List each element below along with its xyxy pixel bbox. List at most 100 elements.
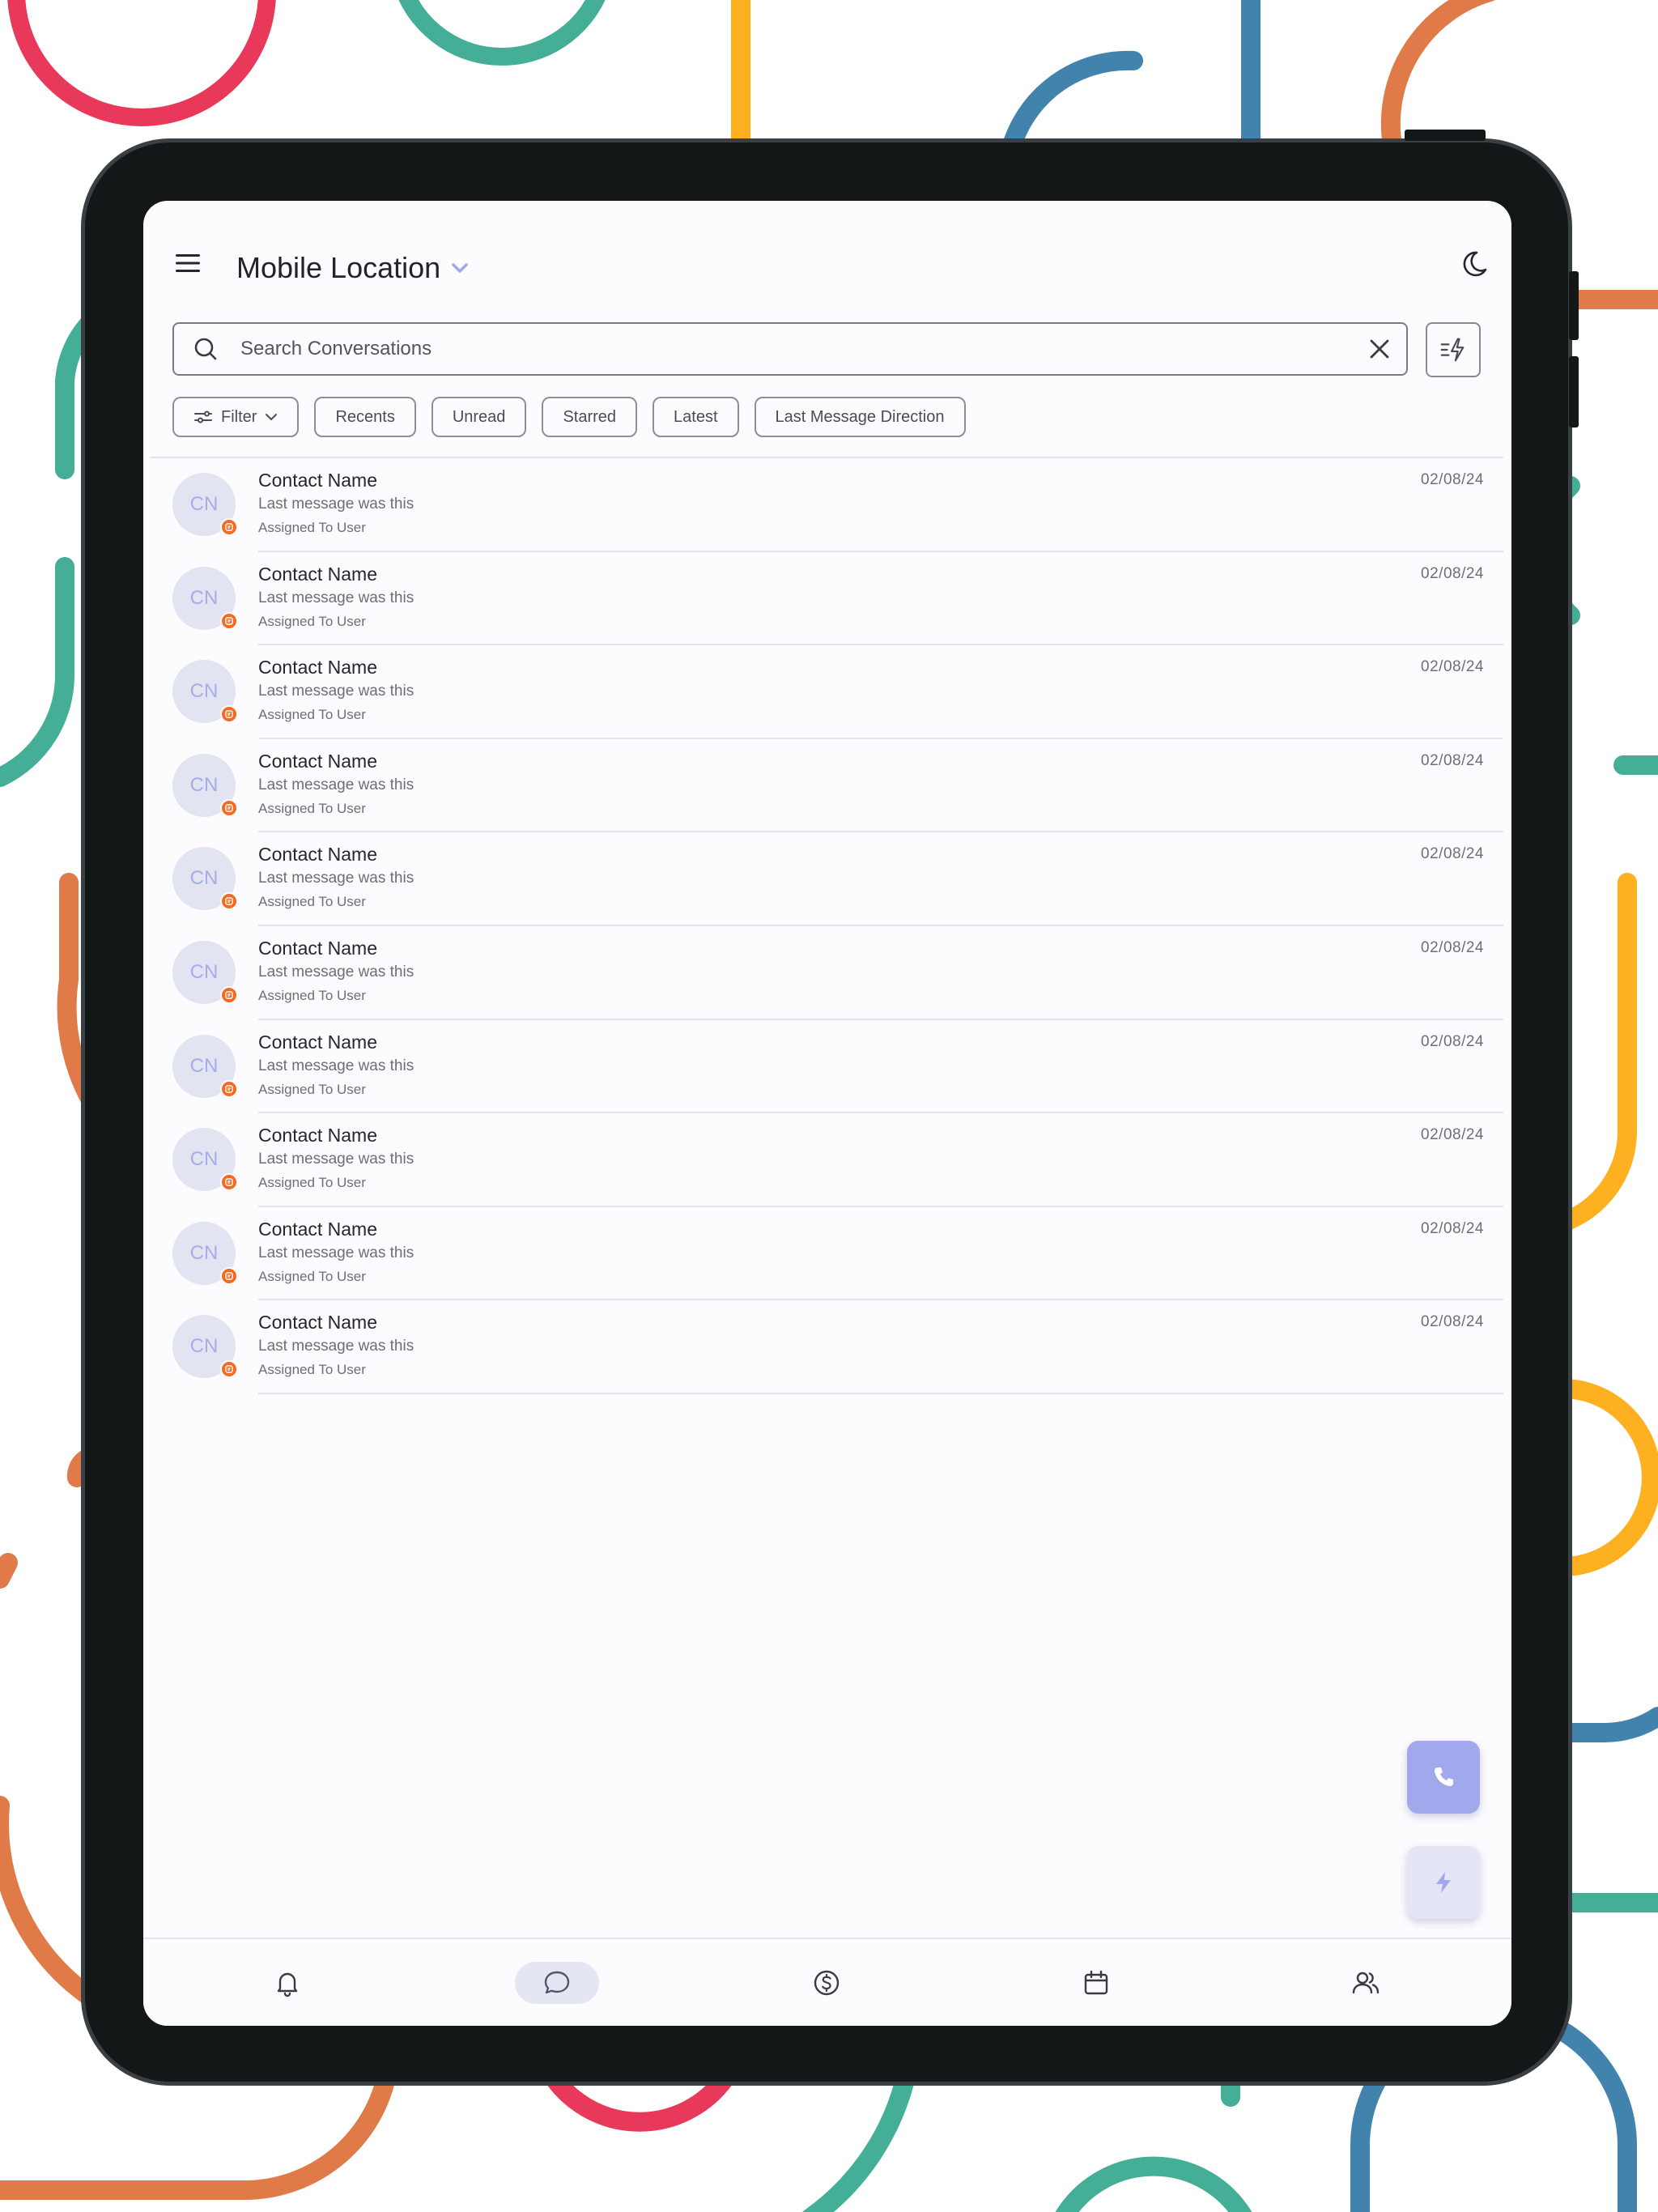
calendar-icon bbox=[1084, 1970, 1108, 1995]
avatar: CN bbox=[172, 940, 238, 1004]
last-message: Last message was this bbox=[258, 1151, 414, 1168]
message-badge-icon bbox=[220, 798, 238, 817]
avatar: CN bbox=[172, 566, 238, 630]
volume-down-button bbox=[1569, 356, 1579, 428]
search-icon bbox=[194, 338, 217, 360]
message-date: 02/08/24 bbox=[1421, 564, 1484, 582]
avatar-initials: CN bbox=[189, 493, 219, 515]
conversation-row[interactable]: CN Contact Name Last message was this As… bbox=[150, 739, 1503, 833]
chip-starred[interactable]: Starred bbox=[542, 397, 638, 437]
chip-label: Starred bbox=[563, 407, 617, 426]
contact-name: Contact Name bbox=[258, 470, 378, 491]
message-badge-icon bbox=[220, 1079, 238, 1098]
conversation-row[interactable]: CN Contact Name Last message was this As… bbox=[150, 832, 1503, 926]
chip-label: Recents bbox=[335, 407, 395, 426]
nav-notifications[interactable] bbox=[245, 1962, 329, 2004]
last-message: Last message was this bbox=[258, 1244, 414, 1261]
assigned-user: Assigned To User bbox=[258, 613, 366, 629]
assigned-user: Assigned To User bbox=[258, 1175, 366, 1191]
chip-unread[interactable]: Unread bbox=[431, 397, 527, 437]
message-date: 02/08/24 bbox=[1421, 658, 1484, 676]
search-input[interactable] bbox=[239, 337, 1367, 361]
last-message: Last message was this bbox=[258, 1057, 414, 1074]
avatar: CN bbox=[172, 473, 238, 536]
conversation-row[interactable]: CN Contact Name Last message was this As… bbox=[150, 926, 1503, 1020]
assigned-user: Assigned To User bbox=[258, 987, 366, 1003]
message-date: 02/08/24 bbox=[1421, 1032, 1484, 1050]
message-badge-icon bbox=[220, 1360, 238, 1379]
chip-last-message-direction[interactable]: Last Message Direction bbox=[754, 397, 966, 437]
assigned-user: Assigned To User bbox=[258, 520, 366, 535]
app-header: Mobile Location bbox=[143, 201, 1511, 314]
lightning-icon bbox=[1436, 1872, 1451, 1893]
message-badge-icon bbox=[220, 985, 238, 1004]
contact-name: Contact Name bbox=[258, 844, 378, 866]
conversation-row[interactable]: CN Contact Name Last message was this As… bbox=[150, 552, 1503, 646]
message-badge-icon bbox=[220, 611, 238, 630]
avatar: CN bbox=[172, 753, 238, 817]
contact-name: Contact Name bbox=[258, 750, 378, 772]
contact-name: Contact Name bbox=[258, 1312, 378, 1334]
conversation-list: CN Contact Name Last message was this As… bbox=[150, 457, 1503, 1394]
avatar: CN bbox=[172, 1221, 238, 1285]
avatar-initials: CN bbox=[189, 1054, 219, 1077]
avatar-initials: CN bbox=[189, 1335, 219, 1358]
message-badge-icon bbox=[220, 1173, 238, 1192]
phone-icon bbox=[1434, 1767, 1453, 1787]
users-icon bbox=[1352, 1972, 1380, 1994]
chip-latest[interactable]: Latest bbox=[653, 397, 739, 437]
conversation-row[interactable]: CN Contact Name Last message was this As… bbox=[150, 1020, 1503, 1114]
top-button bbox=[1405, 130, 1486, 141]
message-date: 02/08/24 bbox=[1421, 1219, 1484, 1237]
dollar-icon bbox=[814, 1970, 840, 1996]
chevron-down-icon bbox=[449, 260, 471, 276]
conversation-row[interactable]: CN Contact Name Last message was this As… bbox=[150, 458, 1503, 552]
message-badge-icon bbox=[220, 705, 238, 724]
message-badge-icon bbox=[220, 518, 238, 536]
quick-action-fab-button[interactable] bbox=[1407, 1846, 1480, 1919]
message-date: 02/08/24 bbox=[1421, 1126, 1484, 1144]
search-bar bbox=[172, 322, 1408, 376]
nav-calendar[interactable] bbox=[1054, 1962, 1138, 2004]
volume-up-button bbox=[1569, 271, 1579, 340]
filter-chips: Filter Recents Unread Starred Latest Las… bbox=[172, 397, 966, 437]
quick-filter-button[interactable] bbox=[1426, 322, 1481, 377]
assigned-user: Assigned To User bbox=[258, 1362, 366, 1378]
message-date: 02/08/24 bbox=[1421, 751, 1484, 769]
theme-toggle-button[interactable] bbox=[1458, 248, 1490, 280]
conversation-row[interactable]: CN Contact Name Last message was this As… bbox=[150, 1113, 1503, 1207]
nav-payments[interactable] bbox=[784, 1962, 869, 2004]
menu-button[interactable] bbox=[174, 251, 202, 275]
avatar-initials: CN bbox=[189, 773, 219, 796]
filter-dropdown-chip[interactable]: Filter bbox=[172, 397, 300, 437]
bottom-navigation bbox=[143, 1938, 1511, 2026]
contact-name: Contact Name bbox=[258, 1218, 378, 1240]
assigned-user: Assigned To User bbox=[258, 707, 366, 723]
close-icon[interactable] bbox=[1367, 337, 1392, 361]
assigned-user: Assigned To User bbox=[258, 894, 366, 910]
last-message: Last message was this bbox=[258, 776, 414, 793]
filter-label: Filter bbox=[221, 407, 257, 426]
chip-label: Unread bbox=[452, 407, 506, 426]
location-selector[interactable]: Mobile Location bbox=[236, 251, 471, 285]
contact-name: Contact Name bbox=[258, 657, 378, 678]
avatar-initials: CN bbox=[189, 960, 219, 983]
call-fab-button[interactable] bbox=[1407, 1741, 1480, 1814]
conversation-row[interactable]: CN Contact Name Last message was this As… bbox=[150, 1300, 1503, 1394]
contact-name: Contact Name bbox=[258, 1031, 378, 1053]
conversation-row[interactable]: CN Contact Name Last message was this As… bbox=[150, 1207, 1503, 1301]
message-date: 02/08/24 bbox=[1421, 845, 1484, 863]
last-message: Last message was this bbox=[258, 589, 414, 606]
lightning-filter-icon bbox=[1440, 338, 1465, 362]
last-message: Last message was this bbox=[258, 683, 414, 700]
last-message: Last message was this bbox=[258, 1338, 414, 1355]
chip-recents[interactable]: Recents bbox=[314, 397, 416, 437]
last-message: Last message was this bbox=[258, 496, 414, 513]
avatar: CN bbox=[172, 1315, 238, 1379]
app-screen: Mobile Location Search Conversations Fil… bbox=[143, 201, 1511, 2026]
nav-contacts[interactable] bbox=[1324, 1962, 1408, 2004]
conversation-row[interactable]: CN Contact Name Last message was this As… bbox=[150, 645, 1503, 739]
last-message: Last message was this bbox=[258, 963, 414, 981]
nav-conversations[interactable] bbox=[515, 1962, 599, 2004]
contact-name: Contact Name bbox=[258, 563, 378, 585]
